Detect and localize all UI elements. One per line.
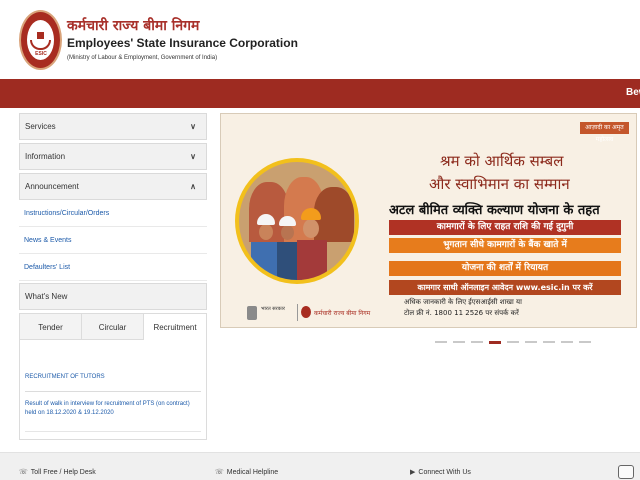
banner-strip-4: कामगार साथी ऑनलाइन आवेदन www.esic.in पर … [389, 280, 621, 295]
toll-free-link[interactable]: ☏ Toll Free / Help Desk [19, 468, 96, 476]
link-label: News & Events [24, 237, 72, 244]
page: ESIC कर्मचारी राज्य बीमा निगम Employees'… [0, 0, 640, 480]
link-instructions[interactable]: Instructions/Circular/Orders [19, 200, 207, 227]
banner-headline-3: अटल बीमित व्यक्ति कल्याण योजना के तहत [389, 203, 600, 218]
connect-link[interactable]: ▶ Connect With Us [410, 468, 471, 476]
org-name-english: Employees' State Insurance Corporation [67, 36, 298, 50]
medical-helpline-link[interactable]: ☏ Medical Helpline [215, 468, 278, 476]
gov-india-text: भारत सरकार [261, 306, 285, 312]
phone-icon: ☏ [19, 469, 28, 476]
logo-arc-icon [30, 40, 51, 50]
divider [25, 431, 201, 432]
slider-dot[interactable] [471, 341, 483, 343]
worker-face [303, 219, 319, 238]
esic-small-logo-icon [301, 306, 311, 318]
announcement-marquee: Bew [0, 79, 640, 108]
worker-shape [297, 240, 327, 280]
slider-dot[interactable] [543, 341, 555, 343]
hero-banner[interactable]: आज़ादी का अमृत महोत्सव भारत सरकार कर्मचा… [220, 113, 637, 328]
banner-footnote-1: अधिक जानकारी के लिए ईएसआईसी शाखा या [404, 298, 522, 306]
accordion-information-label: Information [25, 152, 66, 161]
site-header: ESIC कर्मचारी राज्य बीमा निगम Employees'… [0, 0, 640, 78]
accordion-announcement[interactable]: Announcement ∧ [19, 173, 207, 200]
esic-hindi-text: कर्मचारी राज्य बीमा निगम [314, 310, 371, 317]
link-label: Defaulters' List [24, 264, 71, 271]
logo-emblem: ESIC [27, 20, 54, 60]
news-title-link[interactable]: RECRUITMENT OF TUTORS [25, 374, 105, 380]
tab-tender[interactable]: Tender [20, 314, 82, 340]
tab-label: Circular [98, 323, 127, 332]
ministry-subtitle: (Ministry of Labour & Employment, Govern… [67, 55, 218, 61]
app-icon[interactable] [618, 465, 634, 479]
whats-new-header: What's New [19, 283, 207, 310]
slider-dot[interactable] [435, 341, 447, 343]
tab-label: Tender [38, 323, 63, 332]
divider [297, 304, 298, 321]
tab-label: Recruitment [153, 323, 197, 332]
phone-icon: ☏ [215, 469, 224, 476]
tab-recruitment[interactable]: Recruitment [144, 314, 206, 340]
azadi-badge: आज़ादी का अमृत महोत्सव [580, 122, 629, 143]
news-item-link[interactable]: Result of walk in interview for recruitm… [25, 400, 201, 418]
banner-strip-3: योजना की शर्तों में रियायत [389, 261, 621, 276]
logo-text: ESIC [35, 51, 47, 57]
banner-footnote-2: टोल फ्री नं. 1800 11 2526 पर संपर्क करें [404, 309, 519, 317]
slider-dot[interactable] [525, 341, 537, 343]
slider-dot[interactable] [561, 341, 573, 343]
workers-photo [235, 158, 359, 284]
connect-label: Connect With Us [418, 469, 471, 476]
slider-dots [435, 341, 595, 345]
tab-circular[interactable]: Circular [82, 314, 144, 340]
slider-dot[interactable] [489, 341, 501, 344]
toll-free-label: Toll Free / Help Desk [30, 469, 96, 476]
link-defaulters[interactable]: Defaulters' List [19, 254, 207, 281]
emblem-icon [247, 306, 257, 320]
esic-logo[interactable]: ESIC [19, 10, 62, 70]
helmet-icon [279, 216, 296, 226]
accordion-information[interactable]: Information ∨ [19, 143, 207, 170]
slider-dot[interactable] [507, 341, 519, 343]
chevron-down-icon: ∨ [190, 122, 196, 131]
play-icon: ▶ [410, 469, 416, 476]
logo-cross-icon [37, 32, 44, 39]
footer-bar: ☏ Toll Free / Help Desk ☏ Medical Helpline… [0, 452, 640, 480]
accordion-services[interactable]: Services ∨ [19, 113, 207, 140]
worker-face [259, 224, 273, 240]
divider [25, 391, 201, 392]
accordion-announcement-label: Announcement [25, 182, 79, 191]
banner-strip-2: भुगतान सीधे कामगारों के बैंक खाते में [389, 238, 621, 253]
worker-face [281, 225, 294, 240]
slider-dot[interactable] [579, 341, 591, 343]
marquee-text[interactable]: Bew [626, 87, 640, 98]
medical-helpline-label: Medical Helpline [226, 469, 279, 476]
banner-headline-2: और स्वाभिमान का सम्मान [429, 175, 570, 193]
link-news-events[interactable]: News & Events [19, 227, 207, 254]
slider-dot[interactable] [453, 341, 465, 343]
org-name-hindi: कर्मचारी राज्य बीमा निगम [67, 18, 200, 34]
chevron-up-icon: ∧ [190, 182, 196, 191]
helmet-icon [257, 214, 275, 225]
banner-strip-1: कामगारों के लिए राहत राशि की गई दुगुनी [389, 220, 621, 235]
accordion-services-label: Services [25, 122, 56, 131]
link-label: Instructions/Circular/Orders [24, 210, 110, 217]
whats-new-tabs: Tender Circular Recruitment RECRUITMENT … [19, 313, 207, 440]
banner-headline-1: श्रम को आर्थिक सम्बल [440, 152, 564, 170]
whats-new-label: What's New [25, 292, 68, 301]
chevron-down-icon: ∨ [190, 152, 196, 161]
